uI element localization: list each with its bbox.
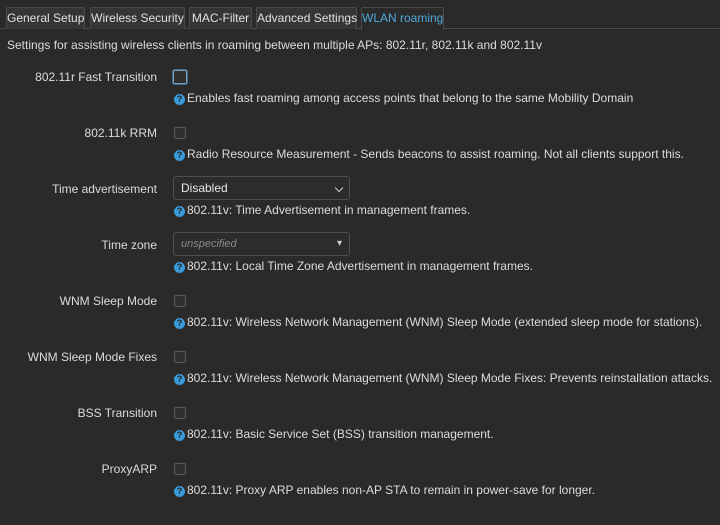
time-advertisement-select[interactable]: Disabled <box>173 176 350 200</box>
field-label: ProxyARP <box>101 462 157 476</box>
help-text: 802.11v: Wireless Network Management (WN… <box>187 315 703 329</box>
field-row-bss-transition: BSS Transition ? 802.11v: Basic Service S… <box>0 405 720 461</box>
field-help: ? 802.11v: Basic Service Set (BSS) transi… <box>174 427 494 441</box>
help-icon: ? <box>174 374 185 385</box>
field-row-time-advertisement: Time advertisement Disabled ? 802.11v: Ti… <box>0 176 720 237</box>
help-text: Enables fast roaming among access points… <box>187 91 634 105</box>
field-label: Time zone <box>101 238 157 252</box>
field-label: WNM Sleep Mode Fixes <box>27 350 157 364</box>
chevron-down-icon <box>334 183 344 193</box>
tab-wireless-security[interactable]: Wireless Security <box>90 7 185 29</box>
field-row-wnm-sleep-mode-fixes: WNM Sleep Mode Fixes ? 802.11v: Wireless … <box>0 349 720 405</box>
field-label: 802.11k RRM <box>84 126 157 140</box>
field-row-proxyarp: ProxyARP ? 802.11v: Proxy ARP enables non… <box>0 461 720 517</box>
tab-bar: General Setup Wireless Security MAC-Filt… <box>0 0 720 30</box>
field-help: ? 802.11v: Proxy ARP enables non-AP STA t… <box>174 483 595 497</box>
help-icon: ? <box>174 150 185 161</box>
help-text: 802.11v: Basic Service Set (BSS) transit… <box>187 427 494 441</box>
help-text: Radio Resource Measurement - Sends beaco… <box>187 147 684 161</box>
select-value: Disabled <box>181 181 228 195</box>
field-row-80211r: 802.11r Fast Transition ? Enables fast ro… <box>0 69 720 125</box>
dropdown-triangle-icon: ▾ <box>336 238 342 249</box>
field-label: Time advertisement <box>52 182 157 196</box>
help-text: 802.11v: Wireless Network Management (WN… <box>187 371 713 385</box>
wnm-sleep-mode-fixes-checkbox[interactable] <box>174 351 186 363</box>
section-description: Settings for assisting wireless clients … <box>7 38 542 52</box>
select-placeholder: unspecified <box>181 238 237 250</box>
field-label: 802.11r Fast Transition <box>35 70 157 84</box>
help-text: 802.11v: Proxy ARP enables non-AP STA to… <box>187 483 596 497</box>
help-icon: ? <box>174 318 185 329</box>
field-label: WNM Sleep Mode <box>59 294 157 308</box>
field-help: ? Radio Resource Measurement - Sends beac… <box>174 147 684 161</box>
field-row-time-zone: Time zone unspecified ▾ ? 802.11v: Local … <box>0 232 720 293</box>
field-label: BSS Transition <box>77 406 157 420</box>
field-help: ? 802.11v: Wireless Network Management (W… <box>174 315 702 329</box>
wnm-sleep-mode-checkbox[interactable] <box>174 295 186 307</box>
help-text: 802.11v: Time Advertisement in managemen… <box>187 203 471 217</box>
fast-transition-checkbox[interactable] <box>173 70 187 84</box>
field-help: ? Enables fast roaming among access point… <box>174 91 633 105</box>
help-icon: ? <box>174 206 185 217</box>
field-help: ? 802.11v: Time Advertisement in manageme… <box>174 203 470 217</box>
tab-wlan-roaming[interactable]: WLAN roaming <box>361 7 444 30</box>
help-icon: ? <box>174 486 185 497</box>
tab-general-setup[interactable]: General Setup <box>6 7 85 29</box>
tab-advanced-settings[interactable]: Advanced Settings <box>256 7 357 29</box>
help-icon: ? <box>174 262 185 273</box>
help-icon: ? <box>174 430 185 441</box>
proxyarp-checkbox[interactable] <box>174 463 186 475</box>
bss-transition-checkbox[interactable] <box>174 407 186 419</box>
field-help: ? 802.11v: Wireless Network Management (W… <box>174 371 712 385</box>
tab-mac-filter[interactable]: MAC-Filter <box>189 7 252 29</box>
help-text: 802.11v: Local Time Zone Advertisement i… <box>187 259 533 273</box>
field-row-80211k: 802.11k RRM ? Radio Resource Measurement … <box>0 125 720 181</box>
help-icon: ? <box>174 94 185 105</box>
field-help: ? 802.11v: Local Time Zone Advertisement … <box>174 259 533 273</box>
field-row-wnm-sleep-mode: WNM Sleep Mode ? 802.11v: Wireless Networ… <box>0 293 720 349</box>
rrm-checkbox[interactable] <box>174 127 186 139</box>
time-zone-select[interactable]: unspecified ▾ <box>173 232 350 256</box>
